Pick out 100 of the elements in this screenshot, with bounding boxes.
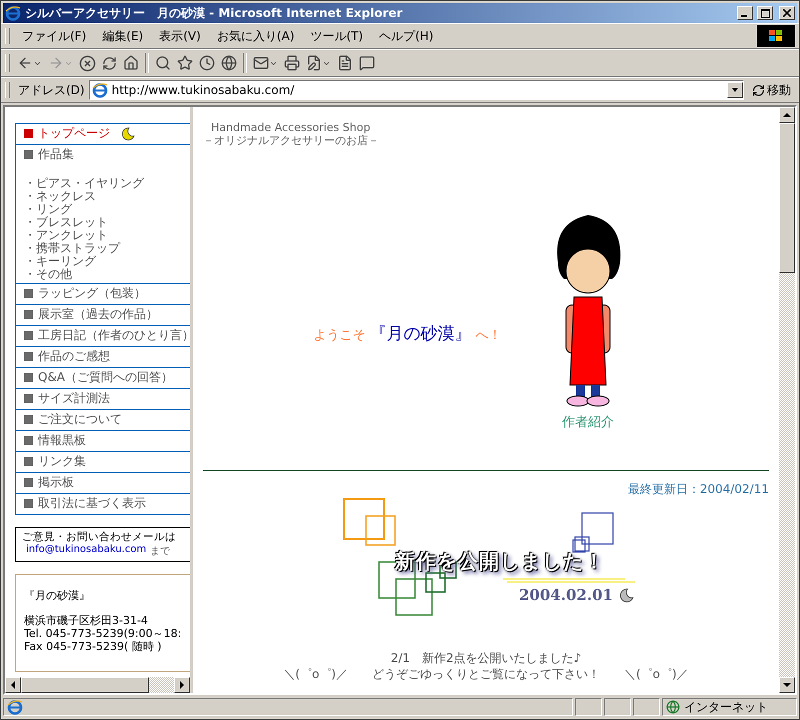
scroll-thumb[interactable] <box>21 677 149 693</box>
welcome-suffix: へ！ <box>476 327 502 344</box>
banner-date: 2004.02.01 <box>519 586 613 604</box>
nav-link[interactable]: ラッピング（包装） <box>24 285 190 302</box>
welcome-text: ようこそ <box>314 327 366 344</box>
square-bullet-icon <box>24 352 33 361</box>
menu-item[interactable]: ヘルプ(H) <box>371 26 442 46</box>
status-pane <box>633 698 660 716</box>
window-title: シルバーアクセサリー 月の砂漠 - Microsoft Internet Explorer <box>25 4 404 22</box>
square-bullet-icon <box>24 129 33 138</box>
sub-nav-link[interactable]: ・リング <box>24 203 190 216</box>
square-bullet-icon <box>24 310 33 319</box>
search-icon <box>155 55 171 71</box>
windows-flag-logo <box>757 25 795 47</box>
nav-link[interactable]: 情報黒板 <box>24 432 190 449</box>
sub-nav-link[interactable]: ・ネックレス <box>24 190 190 203</box>
square-bullet-icon <box>24 373 33 382</box>
menu-item[interactable]: お気に入り(A) <box>208 26 302 46</box>
mail-icon <box>253 55 269 71</box>
nav-link[interactable]: 工房日記（作者のひとり言） <box>24 327 190 344</box>
nav-link[interactable]: サイズ計測法 <box>24 390 190 407</box>
notice-text: 2/1 新作2点を公開いたしました♪ <box>390 650 582 666</box>
status-pane <box>575 698 602 716</box>
down-arrow-icon <box>783 682 791 688</box>
nav-link[interactable]: ご注文について <box>24 411 190 428</box>
menu-item[interactable]: 編集(E) <box>94 26 152 46</box>
nav-link[interactable]: 作品集 <box>24 146 190 163</box>
scroll-up-button[interactable] <box>779 107 795 123</box>
close-icon <box>783 9 791 17</box>
crescent-moon-icon <box>121 126 135 140</box>
go-button[interactable]: 移動 <box>748 82 795 98</box>
horizontal-scrollbar[interactable] <box>5 677 190 693</box>
nav-link[interactable]: 作品のご感想 <box>24 348 190 365</box>
sub-nav-link[interactable]: ・その他 <box>24 268 190 281</box>
shop-info-line: Tel. 045-773-5239(9:00～18: <box>24 627 182 640</box>
home-icon <box>123 55 139 71</box>
scroll-left-button[interactable] <box>5 677 21 693</box>
nav-link[interactable]: トップページ <box>24 125 190 142</box>
profile-link[interactable]: 作者紹介 <box>562 413 614 431</box>
star-icon <box>177 55 193 71</box>
square-bullet-icon <box>24 499 33 508</box>
square-bullet-icon <box>24 415 33 424</box>
scroll-right-button[interactable] <box>174 677 190 693</box>
square-bullet-icon <box>24 436 33 445</box>
menu-item[interactable]: 表示(V) <box>151 26 209 46</box>
menu-item[interactable]: ファイル(F) <box>14 26 94 46</box>
nav-link[interactable]: 取引法に基づく表示 <box>24 495 190 512</box>
dropdown-button[interactable] <box>727 82 743 98</box>
menu-item[interactable]: ツール(T) <box>302 26 372 46</box>
square-bullet-icon <box>24 289 33 298</box>
browser-logo-icon <box>5 5 21 21</box>
right-arrow-icon <box>179 681 185 689</box>
contact-suffix: まで <box>150 545 170 558</box>
document-icon <box>337 55 353 71</box>
refresh-icon <box>102 56 117 70</box>
shop-name-heading: 『月の砂漠』 <box>370 323 472 345</box>
notice-text: ＼(゜o゜)／ どうぞごゆっくりとご覧になって下さい！ ＼(゜o゜)／ <box>283 666 689 682</box>
minimize-button[interactable] <box>737 6 753 20</box>
close-button[interactable] <box>779 6 795 20</box>
globe-icon <box>666 700 680 714</box>
square-bullet-icon <box>24 150 33 159</box>
address-label: アドレス(D) <box>18 82 85 98</box>
zone-text: インターネット <box>684 698 768 716</box>
globe-icon <box>221 55 237 71</box>
nav-link[interactable]: Q&A（ご質問への回答） <box>24 369 190 386</box>
caret-icon <box>732 86 738 94</box>
status-pane <box>604 698 631 716</box>
stop-icon <box>79 54 96 72</box>
shop-name: 『月の砂漠』 <box>24 589 91 602</box>
browser-logo-icon <box>92 82 108 98</box>
go-arrow-icon <box>752 84 765 96</box>
printer-icon <box>284 55 300 71</box>
vertical-scrollbar[interactable] <box>779 107 795 693</box>
nav-link[interactable]: リンク集 <box>24 453 190 470</box>
shop-info-line: 横浜市磯子区杉田3-31-4 <box>24 614 149 627</box>
up-arrow-icon <box>783 112 791 118</box>
address-field[interactable]: http://www.tukinosabaku.com/ <box>88 80 744 100</box>
maximize-button[interactable] <box>757 6 773 20</box>
shop-info-line: Fax 045-773-5239( 随時 ) <box>24 640 163 653</box>
crescent-moon-icon <box>619 588 634 603</box>
email-link[interactable]: info@tukinosabaku.com <box>26 544 146 558</box>
sub-nav-link[interactable]: ・ピアス・イヤリング <box>24 177 190 190</box>
last-updated-text: 最終更新日：2004/02/11 <box>628 481 769 498</box>
sub-nav-link[interactable]: ・アンクレット <box>24 229 190 242</box>
square-bullet-icon <box>24 478 33 487</box>
sub-nav-link[interactable]: ・キーリング <box>24 255 190 268</box>
maximize-icon <box>760 8 770 18</box>
nav-link[interactable]: 展示室（過去の作品） <box>24 306 190 323</box>
sub-nav-link[interactable]: ・携帯ストラップ <box>24 242 190 255</box>
scroll-down-button[interactable] <box>779 677 795 693</box>
edit-icon <box>306 55 322 71</box>
scroll-thumb[interactable] <box>779 123 795 273</box>
nav-link[interactable]: 掲示板 <box>24 474 190 491</box>
shop-tagline: Handmade Accessories Shop <box>210 121 370 134</box>
contact-text: ご意見・お問い合わせメールは <box>22 530 177 544</box>
square-bullet-icon <box>24 331 33 340</box>
clock-icon <box>199 55 215 71</box>
sub-nav-link[interactable]: ・ブレスレット <box>24 216 190 229</box>
shop-subtitle: －オリジナルアクセサリーのお店－ <box>203 134 379 147</box>
left-arrow-icon <box>10 681 16 689</box>
